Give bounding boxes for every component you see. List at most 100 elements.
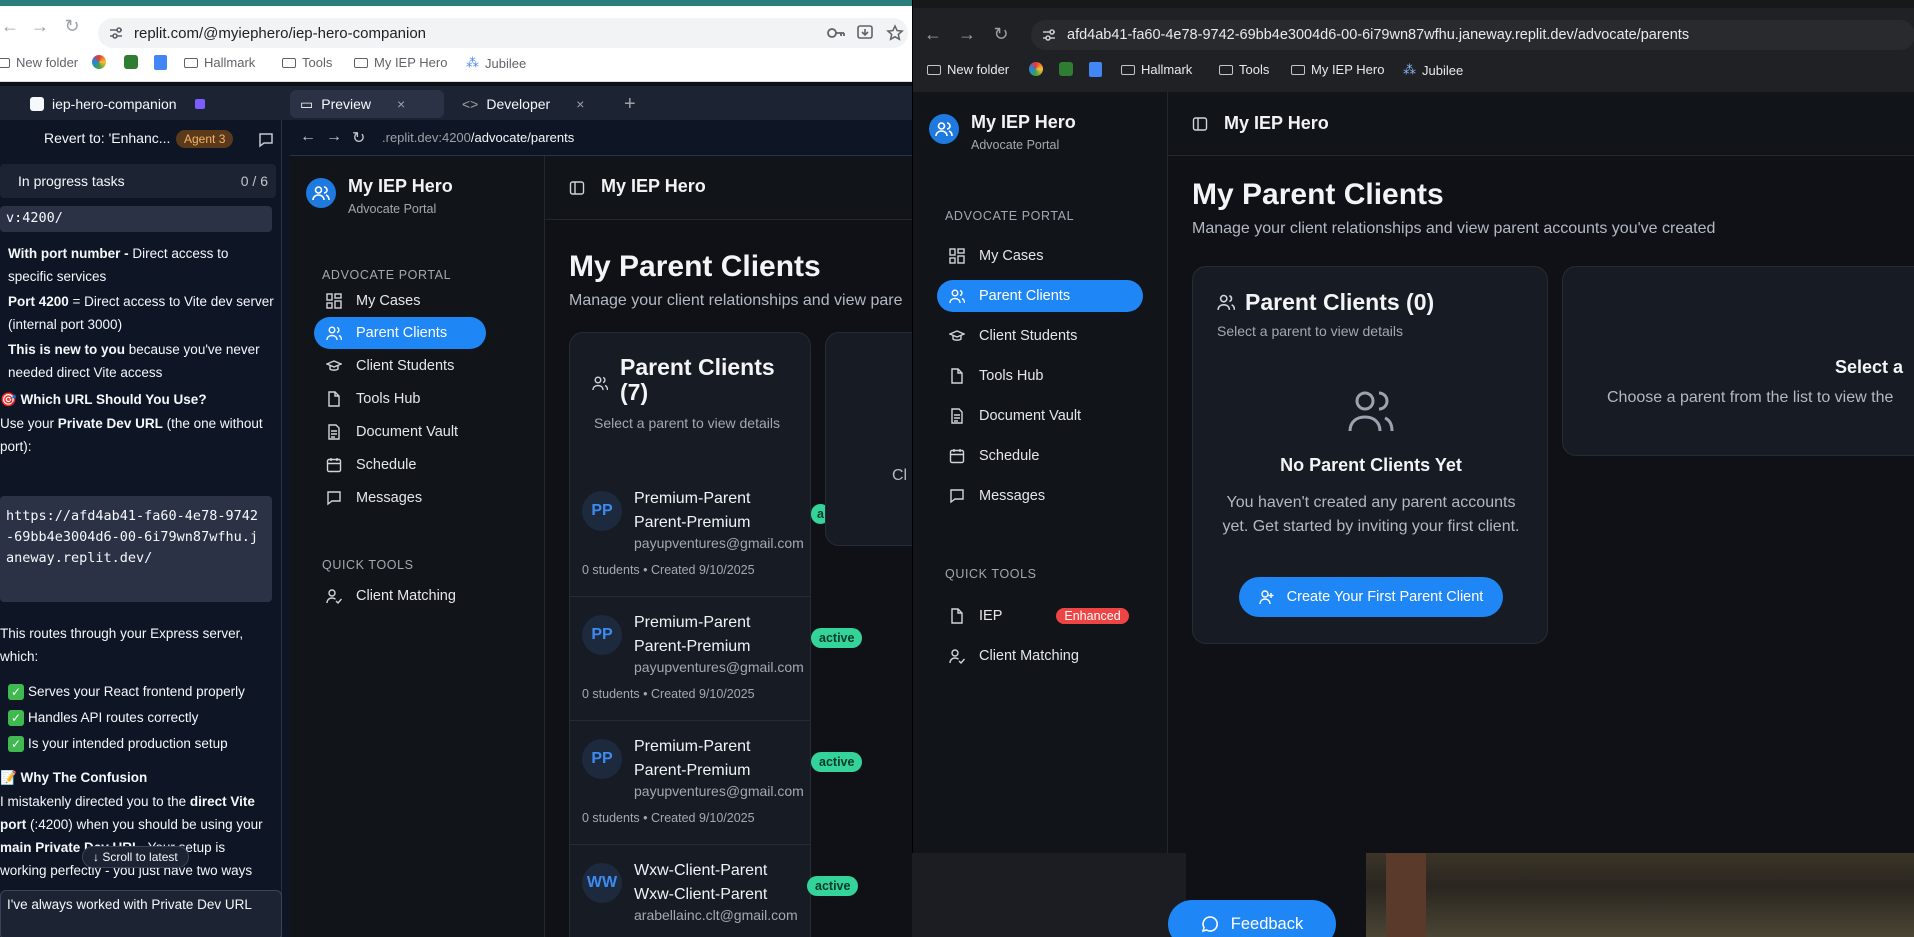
chat-heading: 🎯 Which URL Should You Use?: [0, 392, 207, 407]
tab-developer[interactable]: <> Developer ×: [452, 90, 604, 118]
nav-parent-clients[interactable]: Parent Clients: [937, 280, 1143, 312]
nav-iep-tool[interactable]: IEP Enhanced: [937, 600, 1143, 632]
nav-document-vault[interactable]: Document Vault: [314, 416, 486, 448]
detail-placeholder: Cl: [892, 467, 908, 484]
grid-icon: [949, 248, 965, 264]
nav-my-cases[interactable]: My Cases: [937, 240, 1143, 272]
nav-parent-clients[interactable]: Parent Clients: [314, 317, 486, 349]
client-row[interactable]: PP Premium-Parent Parent-Premium payupve…: [570, 597, 810, 721]
nav-tools-hub[interactable]: Tools Hub: [314, 383, 486, 415]
client-row[interactable]: PP Premium-Parent Parent-Premium payupve…: [570, 473, 810, 597]
avatar: PP: [582, 739, 622, 779]
bookmark-my-iep-hero[interactable]: My IEP Hero: [1291, 62, 1384, 77]
site-settings-icon[interactable]: [108, 25, 124, 41]
tab-strip: [913, 0, 1914, 8]
page-title: My Parent Clients: [1192, 178, 1444, 211]
detail-title: Select a: [1835, 357, 1904, 377]
reload-icon[interactable]: ↻: [991, 24, 1011, 44]
nav-messages[interactable]: Messages: [314, 482, 486, 514]
check-icon: ✓: [8, 710, 24, 726]
bookmark-my-iep-hero[interactable]: My IEP Hero: [354, 55, 447, 70]
avatar: WW: [582, 863, 622, 903]
bookmark-favicon-2[interactable]: [1059, 62, 1073, 76]
bookmark-favicon-3[interactable]: [154, 55, 167, 70]
bookmark-favicon-1[interactable]: [1029, 62, 1043, 76]
address-url: replit.com/@myiephero/iep-hero-companion: [134, 25, 427, 42]
status-badge: active: [811, 752, 863, 772]
client-name: Premium-Parent Parent-Premium: [634, 738, 751, 779]
brand-logo-icon: [306, 178, 336, 208]
bookmark-favicon-3[interactable]: [1089, 62, 1102, 77]
feedback-icon: [1201, 916, 1218, 933]
brand-subtitle: Advocate Portal: [971, 138, 1060, 152]
forward-icon[interactable]: →: [30, 16, 50, 36]
chat-input[interactable]: I've always worked with Private Dev URL: [0, 890, 282, 937]
client-row[interactable]: PP Premium-Parent Parent-Premium payupve…: [570, 721, 810, 845]
back-icon[interactable]: ←: [0, 16, 20, 36]
brand-name: My IEP Hero: [348, 176, 453, 196]
bookmark-jubilee[interactable]: ⁂ Jubilee: [1403, 62, 1463, 78]
bookmark-tools[interactable]: Tools: [1219, 62, 1269, 77]
nav-messages[interactable]: Messages: [937, 480, 1143, 512]
install-app-icon[interactable]: [856, 24, 874, 42]
reload-icon[interactable]: ↻: [62, 16, 82, 36]
preview-url[interactable]: .replit.dev:4200/advocate/parents: [382, 130, 574, 145]
bookmark-star-icon[interactable]: [886, 24, 904, 42]
bookmark-new-folder[interactable]: New folder: [927, 62, 1009, 77]
nav-client-matching[interactable]: Client Matching: [314, 580, 486, 612]
section-label-tools: QUICK TOOLS: [945, 567, 1037, 581]
app-viewport: My IEP Hero Advocate Portal ADVOCATE POR…: [913, 92, 1914, 853]
client-row[interactable]: WW Wxw-Client-Parent Wxw-Client-Parent a…: [570, 845, 810, 937]
bookmark-hallmark[interactable]: Hallmark: [184, 55, 255, 70]
bookmark-jubilee[interactable]: ⁂ Jubilee: [466, 55, 526, 71]
nav-my-cases[interactable]: My Cases: [314, 285, 486, 317]
bookmark-new-folder[interactable]: New folder: [0, 55, 78, 70]
bookmark-hallmark[interactable]: Hallmark: [1121, 62, 1192, 77]
client-meta: 0 students • Created 9/10/2025: [582, 687, 755, 701]
nav-client-students[interactable]: Client Students: [937, 320, 1143, 352]
bookmark-tools[interactable]: Tools: [282, 55, 332, 70]
user-check-icon: [949, 649, 965, 664]
chat-paragraph: This routes through your Express server,…: [0, 626, 244, 664]
nav-document-vault[interactable]: Document Vault: [937, 400, 1143, 432]
project-tab[interactable]: iep-hero-companion: [20, 90, 215, 118]
header-title: My IEP Hero: [601, 176, 706, 196]
bookmark-favicon-1[interactable]: [92, 55, 106, 69]
nav-client-matching[interactable]: Client Matching: [937, 640, 1143, 672]
page-subtitle: Manage your client relationships and vie…: [569, 292, 903, 309]
nav-schedule[interactable]: Schedule: [314, 449, 486, 481]
brand-name: My IEP Hero: [971, 112, 1076, 132]
nav-client-students[interactable]: Client Students: [314, 350, 486, 382]
forward-icon[interactable]: →: [957, 24, 977, 44]
revert-checkpoint[interactable]: Revert to: 'Enhanc...: [44, 130, 170, 146]
sidebar-toggle-icon[interactable]: [569, 180, 585, 196]
nav-schedule[interactable]: Schedule: [937, 440, 1143, 472]
address-bar[interactable]: afd4ab41-fa60-4e78-9742-69bb4e3004d6-00-…: [1031, 20, 1914, 50]
scroll-to-latest-button[interactable]: ↓ Scroll to latest: [82, 846, 189, 868]
bookmark-favicon-2[interactable]: [124, 55, 138, 69]
feedback-button[interactable]: Feedback: [1168, 900, 1336, 937]
avatar: PP: [582, 491, 622, 531]
site-settings-icon[interactable]: [1041, 27, 1057, 43]
checklist-item: ✓ Is your intended production setup: [8, 732, 276, 755]
reload-icon[interactable]: ↻: [352, 128, 365, 148]
in-progress-tasks[interactable]: In progress tasks 0 / 6: [0, 164, 276, 198]
users-icon: [592, 375, 608, 391]
address-bar[interactable]: replit.com/@myiephero/iep-hero-companion: [98, 18, 908, 48]
chat-icon[interactable]: [258, 132, 274, 148]
back-icon[interactable]: ←: [300, 128, 316, 146]
chat-paragraph: This is new to you because you've never …: [8, 342, 260, 380]
card-title: Parent Clients (0): [1245, 289, 1435, 315]
users-icon: [949, 289, 965, 304]
create-parent-client-button[interactable]: Create Your First Parent Client: [1239, 577, 1503, 617]
key-icon[interactable]: [826, 24, 846, 42]
close-icon[interactable]: ×: [576, 96, 584, 112]
new-tab-button[interactable]: +: [614, 90, 646, 118]
brand-logo-icon: [929, 114, 959, 144]
close-icon[interactable]: ×: [397, 96, 405, 112]
nav-tools-hub[interactable]: Tools Hub: [937, 360, 1143, 392]
sidebar-toggle-icon[interactable]: [1192, 116, 1208, 132]
tab-preview[interactable]: ▭ Preview ×: [290, 90, 444, 118]
forward-icon[interactable]: →: [326, 128, 342, 146]
back-icon[interactable]: ←: [923, 24, 943, 44]
